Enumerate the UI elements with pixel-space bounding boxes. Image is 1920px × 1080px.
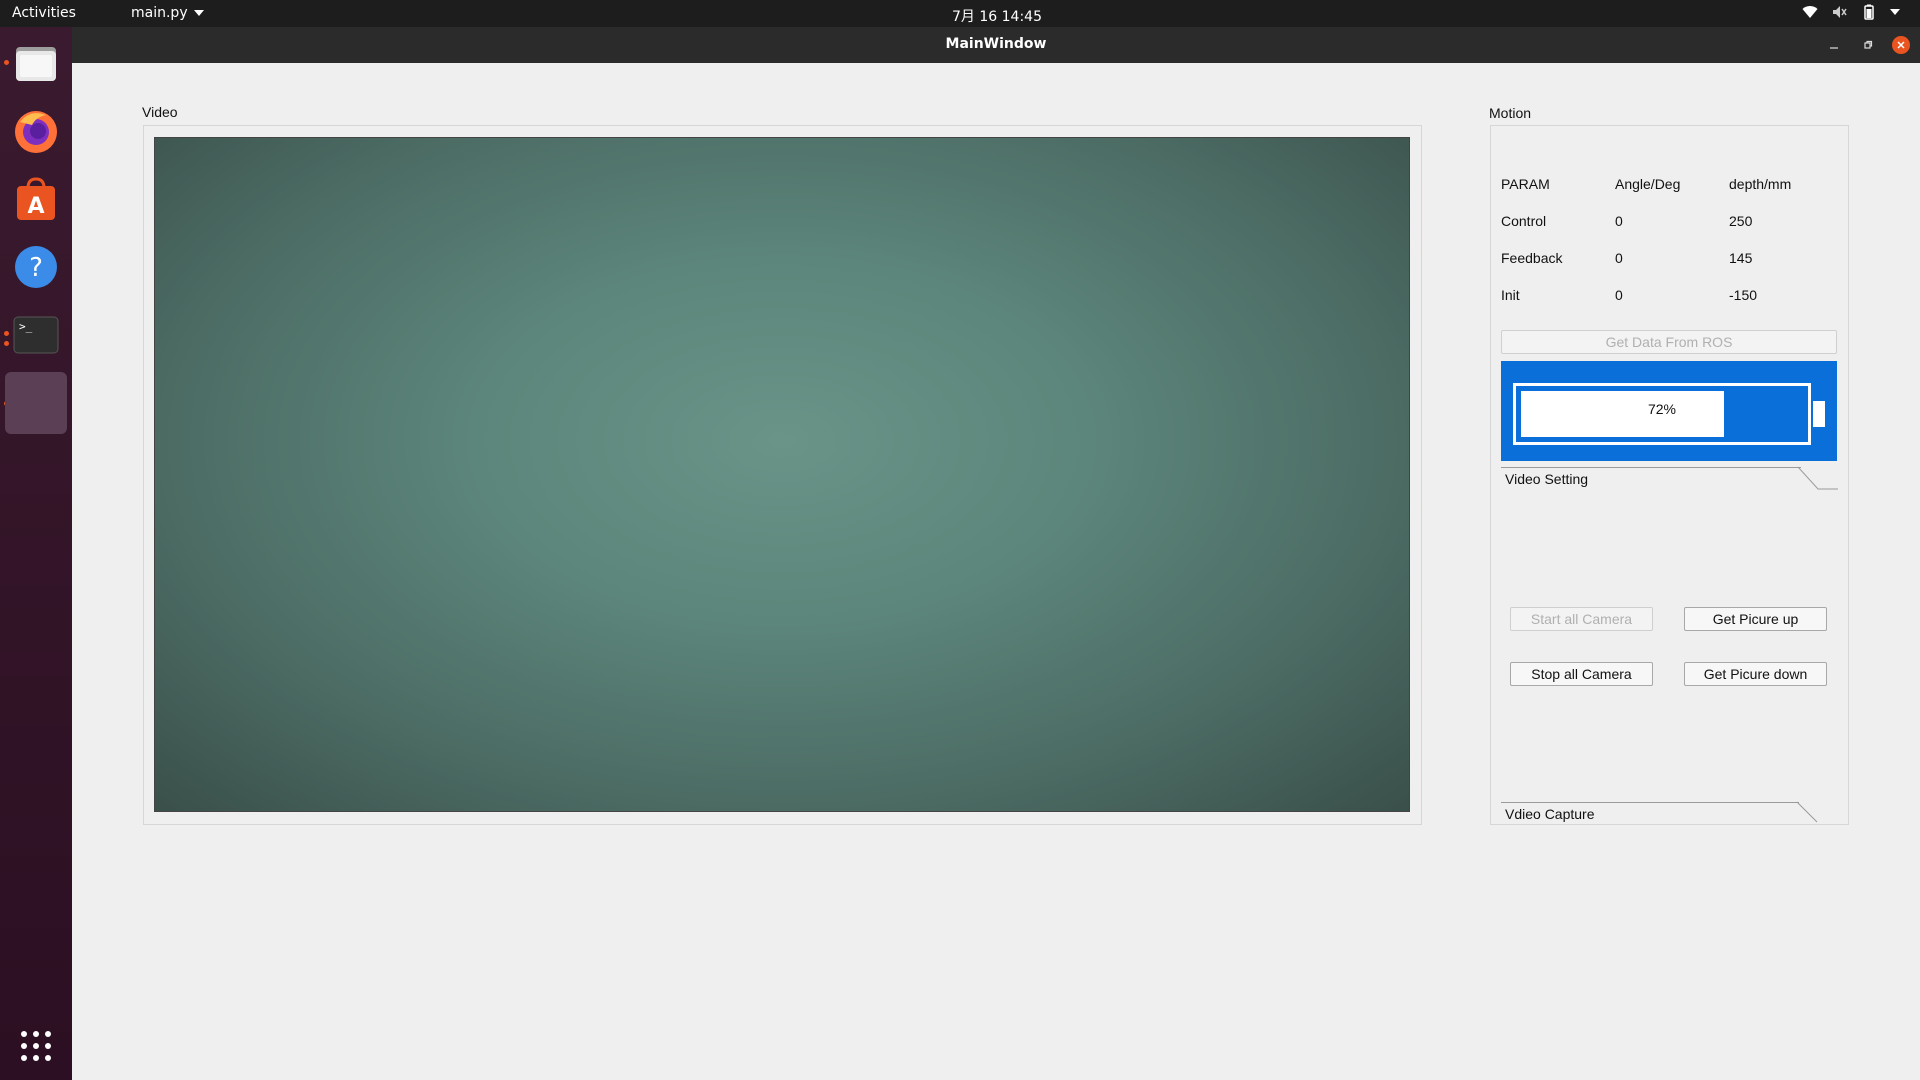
table-cell: Control bbox=[1501, 213, 1547, 229]
window-title: MainWindow bbox=[945, 36, 1047, 52]
table-cell: 0 bbox=[1615, 250, 1623, 266]
tab-corner bbox=[1797, 801, 1818, 823]
stop-all-camera-button[interactable]: Stop all Camera bbox=[1510, 662, 1653, 686]
table-cell: -150 bbox=[1729, 287, 1758, 303]
tab-border bbox=[1501, 802, 1799, 803]
python-app-icon[interactable] bbox=[5, 372, 67, 434]
top-bar: Activities main.py 7月 16 14:45 bbox=[0, 0, 1920, 27]
motion-group-label: Motion bbox=[1489, 105, 1532, 121]
table-cell: 0 bbox=[1615, 213, 1623, 229]
table-cell: Init bbox=[1501, 287, 1520, 303]
get-picture-up-button[interactable]: Get Picure up bbox=[1684, 607, 1827, 631]
help-icon[interactable]: ? bbox=[9, 240, 63, 294]
svg-text:A: A bbox=[27, 194, 44, 219]
firefox-icon[interactable] bbox=[9, 104, 63, 158]
battery-status-icon bbox=[1862, 4, 1876, 20]
table-header: depth/mm bbox=[1729, 176, 1792, 192]
video-group-label: Video bbox=[142, 104, 178, 120]
minimize-icon bbox=[1830, 47, 1838, 49]
show-applications-icon[interactable] bbox=[9, 1019, 63, 1073]
table-header: Angle/Deg bbox=[1615, 176, 1681, 192]
battery-body: 72% bbox=[1513, 383, 1811, 445]
wifi-icon bbox=[1802, 5, 1818, 19]
clock[interactable]: 7月 16 14:45 bbox=[0, 6, 1920, 26]
start-all-camera-button[interactable]: Start all Camera bbox=[1510, 607, 1653, 631]
battery-nub bbox=[1813, 401, 1825, 427]
volume-icon bbox=[1832, 5, 1848, 19]
dock: A ? >_ bbox=[0, 27, 72, 1080]
window-titlebar[interactable]: MainWindow bbox=[72, 27, 1920, 63]
maximize-button[interactable] bbox=[1859, 36, 1877, 54]
close-icon bbox=[1897, 41, 1905, 49]
table-cell: 145 bbox=[1729, 250, 1753, 266]
system-menu-chevron-icon bbox=[1890, 8, 1900, 16]
table-cell: 0 bbox=[1615, 287, 1623, 303]
video-display bbox=[154, 137, 1410, 812]
restore-icon bbox=[1864, 40, 1873, 49]
close-button[interactable] bbox=[1892, 36, 1910, 54]
tab-video-setting[interactable]: Video Setting bbox=[1505, 471, 1588, 487]
system-tray[interactable] bbox=[1802, 4, 1900, 20]
table-cell: Feedback bbox=[1501, 250, 1563, 266]
files-icon[interactable] bbox=[9, 36, 63, 90]
get-data-from-ros-button[interactable]: Get Data From ROS bbox=[1501, 330, 1837, 354]
tab-corner bbox=[1798, 466, 1838, 490]
get-picture-down-button[interactable]: Get Picure down bbox=[1684, 662, 1827, 686]
tab-border bbox=[1501, 467, 1801, 468]
terminal-icon[interactable]: >_ bbox=[9, 308, 63, 362]
battery-percent-text: 72% bbox=[1647, 401, 1677, 417]
table-header: PARAM bbox=[1501, 176, 1550, 192]
software-center-icon[interactable]: A bbox=[9, 172, 63, 226]
svg-text:>_: >_ bbox=[19, 320, 33, 333]
minimize-button[interactable] bbox=[1825, 36, 1843, 54]
tab-video-capture[interactable]: Vdieo Capture bbox=[1505, 806, 1595, 822]
svg-text:?: ? bbox=[29, 253, 43, 283]
battery-indicator: 72% bbox=[1501, 361, 1837, 461]
table-cell: 250 bbox=[1729, 213, 1753, 229]
